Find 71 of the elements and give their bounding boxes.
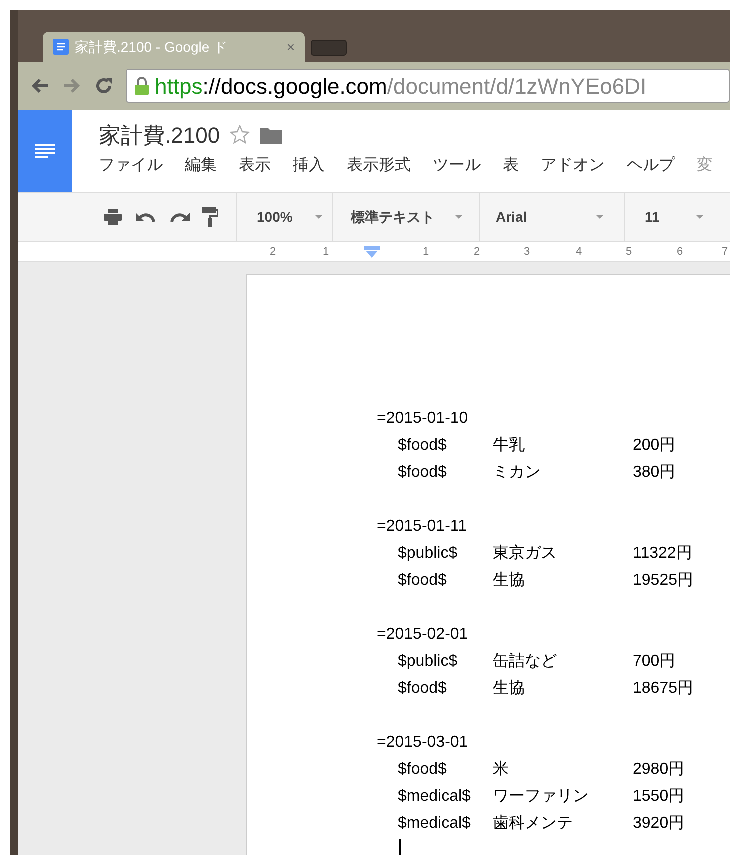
docs-logo[interactable] [18,110,72,192]
item-name: 生協 [493,678,526,699]
date-line: =2015-01-10 [377,409,470,429]
item-name: 東京ガス [493,544,558,564]
star-icon[interactable] [230,125,250,145]
url-text: https://docs.google.com/document/d/1zWnYEo6DI [155,72,647,101]
category: $public$ [398,544,459,564]
text-cursor [399,839,401,855]
item-name: 歯科メンテ [493,814,574,834]
amount: 3920円 [633,814,685,834]
ruler-number: 2 [270,244,276,260]
item-name: 缶詰など [493,652,558,672]
item-name: 牛乳 [493,436,526,456]
item-name: 生協 [493,570,526,591]
print-icon[interactable] [104,209,122,225]
amount: 1550円 [633,787,685,807]
category: $public$ [398,652,459,672]
item-name: ワーファリン [493,787,590,807]
ruler-number: 1 [423,244,430,260]
menu-item[interactable]: 表示形式 [347,154,411,178]
menu-item[interactable]: ツール [433,154,481,178]
menu-item[interactable]: 挿入 [293,154,325,178]
ruler-number: 5 [626,244,632,260]
menu-item[interactable]: 表 [503,154,519,178]
back-icon[interactable] [30,77,50,95]
menu-item[interactable]: ヘルプ [627,154,675,178]
category: $food$ [398,571,448,591]
tab-title: 家計費.2100 - Google ド [75,38,228,57]
document-icon [53,39,69,55]
ruler-number: 7 [722,244,728,260]
ruler-number: 3 [524,244,530,260]
ruler-number: 1 [323,244,330,260]
amount: 700円 [633,652,676,672]
dropdown-arrow-icon [596,215,604,219]
folder-icon[interactable] [260,126,282,144]
amount: 19525円 [633,571,694,591]
undo-icon[interactable] [136,211,156,223]
category: $medical$ [398,787,472,807]
amount: 18675円 [633,679,694,699]
menu-item[interactable]: アドオン [541,154,605,178]
date-line: =2015-03-01 [377,733,470,753]
menu-item[interactable]: ファイル [99,154,163,178]
amount: 11322円 [633,544,692,564]
address-bar[interactable]: https://docs.google.com/document/d/1zWnYEo6DI [126,69,730,103]
ruler-number: 6 [677,244,684,260]
item-name: 米 [493,760,510,780]
category: $food$ [398,436,448,456]
dropdown-arrow-icon [455,215,463,219]
document-icon [34,143,56,159]
menu-item[interactable]: 編集 [185,154,217,178]
paint-format-icon[interactable] [202,207,218,227]
date-line: =2015-02-01 [377,625,470,645]
category: $food$ [398,463,448,483]
ruler-number: 2 [474,244,480,260]
category: $medical$ [398,814,472,834]
amount: 200円 [633,436,676,456]
lock-icon [135,77,149,95]
ruler-number: 4 [576,244,582,260]
category: $food$ [398,679,448,699]
date-line: =2015-01-11 [377,517,468,537]
amount: 2980円 [633,760,685,780]
amount: 380円 [633,463,676,483]
menu-item[interactable]: 表示 [239,154,271,178]
dropdown-arrow-icon [696,215,704,219]
category: $food$ [398,760,448,780]
redo-icon[interactable] [170,211,190,223]
item-name: ミカン [493,463,542,483]
reload-icon[interactable] [94,76,114,96]
indent-marker-icon[interactable] [364,246,380,258]
dropdown-arrow-icon [314,215,323,219]
document-title[interactable]: 家計費.2100 [99,118,220,152]
